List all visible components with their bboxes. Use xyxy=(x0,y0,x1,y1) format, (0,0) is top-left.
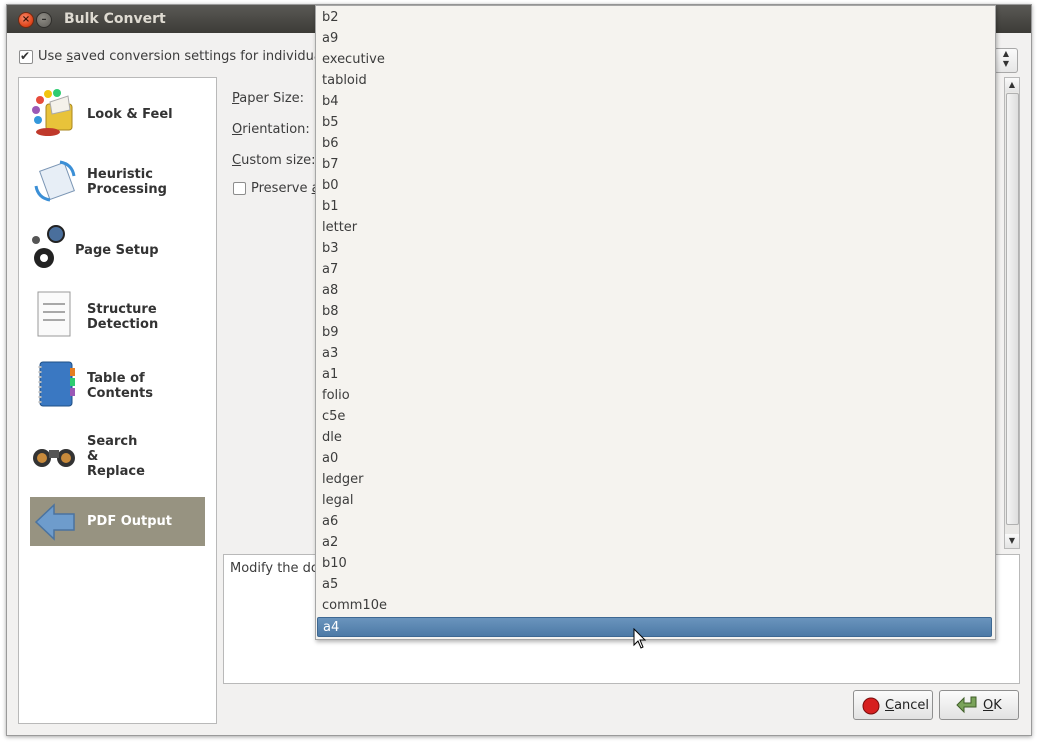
dropdown-option[interactable]: a7 xyxy=(317,260,992,280)
gears-icon xyxy=(32,225,65,268)
dropdown-option[interactable]: a2 xyxy=(317,533,992,553)
paper-size-label: Paper Size: xyxy=(232,91,305,106)
dropdown-option[interactable]: dle xyxy=(317,428,992,448)
sidebar-item-look-feel[interactable]: Look & Feel xyxy=(30,88,205,140)
cancel-button-label: Cancel xyxy=(885,698,930,713)
dropdown-option[interactable]: legal xyxy=(317,491,992,511)
dropdown-option[interactable]: b1 xyxy=(317,197,992,217)
chevron-down-icon: ▼ xyxy=(1002,59,1010,68)
sidebar-item-label: Table of Contents xyxy=(87,371,153,401)
palette-icon xyxy=(32,89,73,136)
description-text: Modify the doc xyxy=(230,561,327,576)
sidebar-item-label: Search & Replace xyxy=(87,434,145,479)
sidebar-item-heuristic-processing[interactable]: Heuristic Processing xyxy=(30,156,205,208)
dropdown-option[interactable]: a5 xyxy=(317,575,992,595)
vertical-scrollbar[interactable]: ▲ ▼ xyxy=(1004,77,1020,549)
sidebar-item-label: Page Setup xyxy=(75,243,159,258)
preserve-aspect-row[interactable]: Preserve a xyxy=(233,181,320,196)
sidebar-item-pdf-output[interactable]: PDF Output xyxy=(30,497,205,546)
scroll-up-arrow[interactable]: ▲ xyxy=(1005,78,1019,92)
dropdown-option[interactable]: folio xyxy=(317,386,992,406)
custom-size-label: Custom size: xyxy=(232,153,316,168)
combo-spinner[interactable]: ▲ ▼ xyxy=(994,48,1018,73)
dropdown-option[interactable]: a8 xyxy=(317,281,992,301)
dropdown-option[interactable]: comm10e xyxy=(317,596,992,616)
dropdown-option[interactable]: a3 xyxy=(317,344,992,364)
ok-arrow-icon xyxy=(956,696,977,714)
ok-button[interactable]: OK xyxy=(939,690,1019,720)
document-icon xyxy=(37,291,71,337)
close-icon: × xyxy=(21,14,31,25)
minimize-icon: – xyxy=(41,14,47,25)
dropdown-option[interactable]: b4 xyxy=(317,92,992,112)
dropdown-option[interactable]: a4 xyxy=(317,617,992,637)
sidebar-item-label: PDF Output xyxy=(87,514,173,529)
dropdown-option[interactable]: b2 xyxy=(317,8,992,28)
scroll-thumb[interactable] xyxy=(1006,93,1019,525)
sidebar-item-page-setup[interactable]: Page Setup xyxy=(30,224,205,276)
scroll-down-arrow[interactable]: ▼ xyxy=(1005,534,1019,548)
ok-button-label: OK xyxy=(983,698,1002,713)
dropdown-option[interactable]: b9 xyxy=(317,323,992,343)
notebook-icon xyxy=(38,361,75,407)
sidebar-item-label: Structure Detection xyxy=(87,302,159,332)
chevron-up-icon: ▲ xyxy=(1002,49,1010,58)
dropdown-option[interactable]: b7 xyxy=(317,155,992,175)
preserve-aspect-label: Preserve a xyxy=(251,181,320,196)
sidebar-item-label: Heuristic Processing xyxy=(87,167,167,197)
arrow-left-icon xyxy=(34,503,75,541)
stop-icon xyxy=(862,697,880,715)
sidebar-item-table-of-contents[interactable]: Table of Contents xyxy=(30,358,205,412)
sidebar-item-label: Look & Feel xyxy=(87,107,173,122)
dropdown-option[interactable]: a6 xyxy=(317,512,992,532)
dropdown-option[interactable]: a1 xyxy=(317,365,992,385)
use-saved-settings-row[interactable]: Use saved conversion settings for indivi… xyxy=(19,49,346,67)
dropdown-option[interactable]: b6 xyxy=(317,134,992,154)
dropdown-option[interactable]: b8 xyxy=(317,302,992,322)
dropdown-option[interactable]: c5e xyxy=(317,407,992,427)
close-window-button[interactable]: × xyxy=(18,12,34,28)
orientation-label: Orientation: xyxy=(232,122,310,137)
dropdown-option[interactable]: b3 xyxy=(317,239,992,259)
heuristic-icon xyxy=(34,160,76,202)
mouse-cursor-icon xyxy=(633,628,647,649)
preserve-aspect-checkbox[interactable] xyxy=(233,182,246,195)
dropdown-option[interactable]: b10 xyxy=(317,554,992,574)
dropdown-option[interactable]: letter xyxy=(317,218,992,238)
dropdown-option[interactable]: executive xyxy=(317,50,992,70)
cancel-button[interactable]: Cancel xyxy=(853,690,933,720)
binoculars-icon xyxy=(33,449,75,467)
dropdown-option[interactable]: a9 xyxy=(317,29,992,49)
minimize-window-button[interactable]: – xyxy=(36,12,52,28)
window-title: Bulk Convert xyxy=(64,11,166,27)
sidebar: Look & Feel Heuristic Processing Page Set… xyxy=(18,77,217,724)
sidebar-item-search-replace[interactable]: Search & Replace xyxy=(30,428,205,484)
dropdown-option[interactable]: b5 xyxy=(317,113,992,133)
dropdown-option[interactable]: a0 xyxy=(317,449,992,469)
sidebar-item-structure-detection[interactable]: Structure Detection xyxy=(30,290,205,344)
dropdown-option[interactable]: b0 xyxy=(317,176,992,196)
use-saved-settings-label: Use saved conversion settings for indivi… xyxy=(38,49,346,64)
use-saved-settings-checkbox[interactable] xyxy=(19,49,33,64)
paper-size-dropdown-list[interactable]: b2 a9 executive tabloid b4 b5 b6 b7 b0 b1 letter b3… xyxy=(315,5,996,640)
dropdown-option[interactable]: tabloid xyxy=(317,71,992,91)
dropdown-option[interactable]: ledger xyxy=(317,470,992,490)
